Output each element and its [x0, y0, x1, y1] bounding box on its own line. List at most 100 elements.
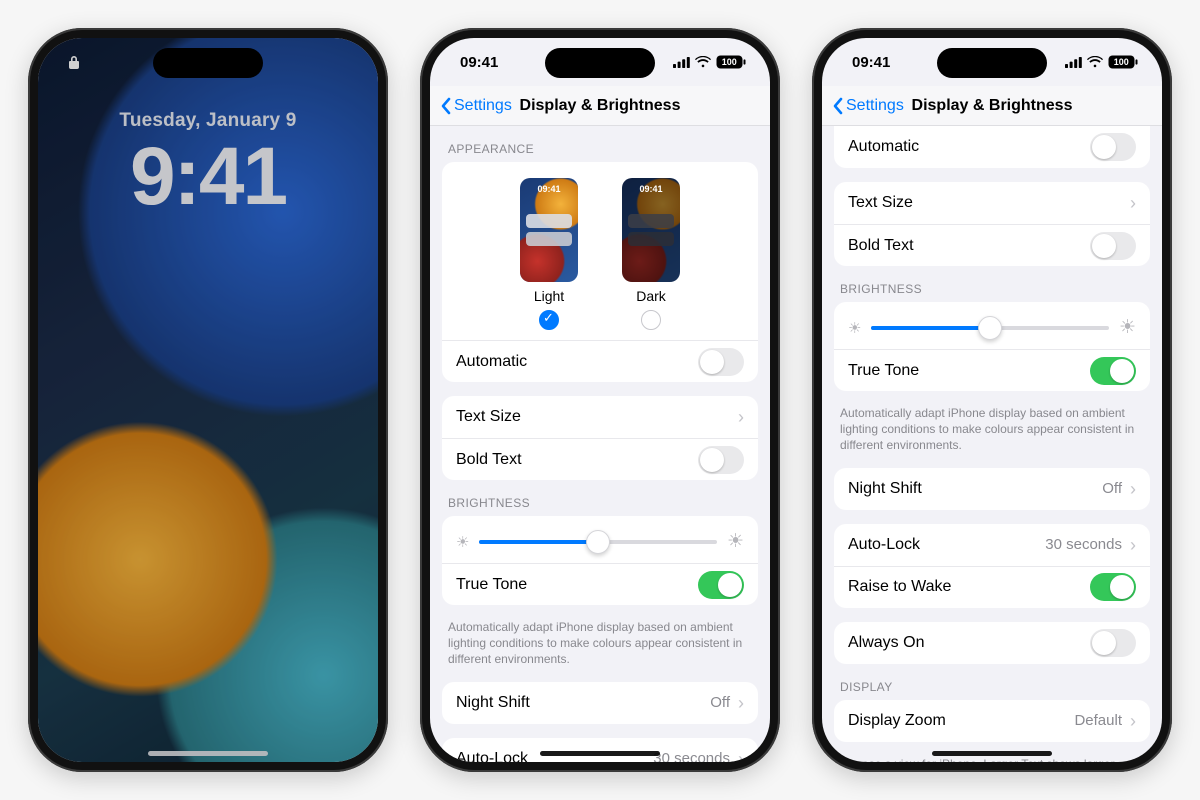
always-on-label: Always On	[848, 634, 924, 652]
row-bold-text[interactable]: Bold Text	[442, 438, 758, 480]
svg-text:100: 100	[722, 57, 737, 67]
battery-icon: 100	[1108, 55, 1138, 69]
chevron-left-icon	[832, 97, 844, 115]
appearance-dark-label: Dark	[622, 288, 680, 304]
auto-lock-value: 30 seconds	[653, 750, 730, 762]
auto-lock-value: 30 seconds	[1045, 536, 1122, 553]
chevron-right-icon: ›	[1130, 712, 1136, 730]
row-bold-text[interactable]: Bold Text	[834, 224, 1150, 266]
brightness-slider[interactable]	[871, 326, 1109, 330]
sun-large-icon: ☀︎	[1119, 316, 1136, 339]
brightness-slider-row: ☀︎ ☀︎	[834, 302, 1150, 349]
phone-lockscreen: Tuesday, January 9 9:41	[28, 28, 388, 772]
appearance-options: 09:41 Light 09:41 Dark	[442, 162, 758, 340]
section-header-brightness: BRIGHTNESS	[448, 496, 752, 510]
night-shift-value: Off	[1102, 480, 1122, 497]
lock-date: Tuesday, January 9	[38, 110, 378, 132]
raise-to-wake-label: Raise to Wake	[848, 578, 951, 596]
chevron-right-icon: ›	[1130, 194, 1136, 212]
row-display-zoom[interactable]: Display Zoom Default ›	[834, 700, 1150, 742]
wifi-icon	[1087, 56, 1103, 68]
appearance-option-dark[interactable]: 09:41 Dark	[622, 178, 680, 330]
night-shift-label: Night Shift	[848, 480, 922, 498]
lock-time: 9:41	[38, 136, 378, 218]
nav-bar: Settings Display & Brightness	[822, 86, 1162, 126]
lock-screen-wallpaper: Tuesday, January 9 9:41	[38, 38, 378, 762]
text-size-label: Text Size	[456, 408, 521, 426]
phone-settings-scrolled: 09:41 100 Settings Display & Brightness …	[812, 28, 1172, 772]
row-true-tone[interactable]: True Tone	[442, 563, 758, 605]
automatic-label: Automatic	[456, 353, 527, 371]
battery-icon: 100	[716, 55, 746, 69]
auto-lock-label: Auto-Lock	[456, 750, 528, 762]
true-tone-label: True Tone	[848, 362, 919, 380]
appearance-light-label: Light	[520, 288, 578, 304]
night-shift-label: Night Shift	[456, 694, 530, 712]
always-on-toggle[interactable]	[1090, 629, 1136, 657]
brightness-slider-row: ☀︎ ☀︎	[442, 516, 758, 563]
nav-back-button[interactable]: Settings	[430, 97, 512, 115]
sun-small-icon: ☀︎	[848, 319, 861, 337]
chevron-right-icon: ›	[1130, 480, 1136, 498]
bold-text-label: Bold Text	[456, 451, 522, 469]
row-text-size[interactable]: Text Size ›	[442, 396, 758, 438]
bold-text-toggle[interactable]	[1090, 232, 1136, 260]
chevron-right-icon: ›	[738, 408, 744, 426]
row-night-shift[interactable]: Night Shift Off ›	[834, 468, 1150, 510]
dynamic-island	[545, 48, 655, 78]
brightness-slider[interactable]	[479, 540, 717, 544]
row-auto-lock[interactable]: Auto-Lock 30 seconds ›	[834, 524, 1150, 566]
text-size-label: Text Size	[848, 194, 913, 212]
row-automatic[interactable]: Automatic	[834, 126, 1150, 168]
lock-icon	[68, 55, 80, 69]
true-tone-label: True Tone	[456, 576, 527, 594]
status-time: 09:41	[460, 54, 498, 71]
section-header-display: DISPLAY	[840, 680, 1144, 694]
night-shift-value: Off	[710, 694, 730, 711]
true-tone-toggle[interactable]	[1090, 357, 1136, 385]
chevron-right-icon: ›	[738, 694, 744, 712]
nav-back-button[interactable]: Settings	[822, 97, 904, 115]
appearance-option-light[interactable]: 09:41 Light	[520, 178, 578, 330]
home-indicator[interactable]	[540, 751, 660, 756]
cellular-icon	[673, 57, 690, 68]
radio-dark-icon[interactable]	[641, 310, 661, 330]
row-night-shift[interactable]: Night Shift Off ›	[442, 682, 758, 724]
nav-bar: Settings Display & Brightness	[430, 86, 770, 126]
display-zoom-label: Display Zoom	[848, 712, 946, 730]
home-indicator[interactable]	[932, 751, 1052, 756]
automatic-toggle[interactable]	[698, 348, 744, 376]
display-zoom-footer: Choose a view for iPhone. Larger Text sh…	[840, 756, 1144, 762]
raise-to-wake-toggle[interactable]	[1090, 573, 1136, 601]
dynamic-island	[937, 48, 1047, 78]
section-header-brightness: BRIGHTNESS	[840, 282, 1144, 296]
row-raise-to-wake[interactable]: Raise to Wake	[834, 566, 1150, 608]
phone-settings-top: 09:41 100 Settings Display & Brightness …	[420, 28, 780, 772]
wifi-icon	[695, 56, 711, 68]
chevron-left-icon	[440, 97, 452, 115]
true-tone-footer: Automatically adapt iPhone display based…	[448, 619, 752, 668]
cellular-icon	[1065, 57, 1082, 68]
svg-text:100: 100	[1114, 57, 1129, 67]
row-always-on[interactable]: Always On	[834, 622, 1150, 664]
dynamic-island	[153, 48, 263, 78]
home-indicator[interactable]	[148, 751, 268, 756]
chevron-right-icon: ›	[1130, 536, 1136, 554]
row-auto-lock[interactable]: Auto-Lock 30 seconds›	[442, 738, 758, 762]
auto-lock-label: Auto-Lock	[848, 536, 920, 554]
automatic-label: Automatic	[848, 138, 919, 156]
bold-text-toggle[interactable]	[698, 446, 744, 474]
status-time: 09:41	[852, 54, 890, 71]
sun-large-icon: ☀︎	[727, 530, 744, 553]
row-text-size[interactable]: Text Size ›	[834, 182, 1150, 224]
nav-back-label: Settings	[846, 97, 904, 115]
radio-light-checked-icon[interactable]	[539, 310, 559, 330]
automatic-toggle[interactable]	[1090, 133, 1136, 161]
bold-text-label: Bold Text	[848, 237, 914, 255]
true-tone-toggle[interactable]	[698, 571, 744, 599]
true-tone-footer: Automatically adapt iPhone display based…	[840, 405, 1144, 454]
nav-back-label: Settings	[454, 97, 512, 115]
display-zoom-value: Default	[1074, 712, 1122, 729]
row-true-tone[interactable]: True Tone	[834, 349, 1150, 391]
row-automatic[interactable]: Automatic	[442, 340, 758, 382]
